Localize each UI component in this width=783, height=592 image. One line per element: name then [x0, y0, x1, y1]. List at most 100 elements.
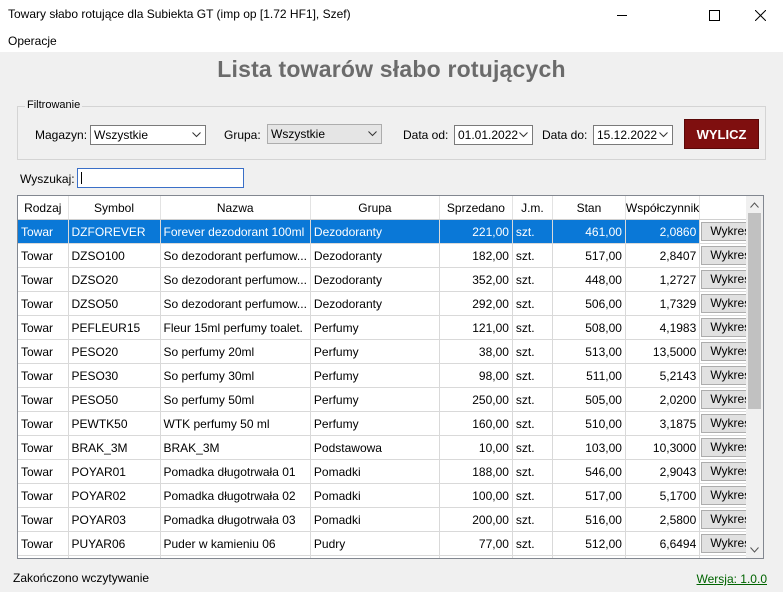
- table-row[interactable]: Towar DZSO20 So dezodorant perfumow... Dezo…: [18, 267, 762, 292]
- minimize-icon[interactable]: [599, 0, 645, 30]
- filter-group-label: Filtrowanie: [25, 99, 83, 111]
- cell-nazwa: So dezodorant perfumow...: [160, 243, 311, 268]
- cell-wsp: 5,2143: [625, 363, 701, 388]
- cell-sprzedano: 170,00: [439, 555, 513, 558]
- cell-wsp: 4,1983: [625, 315, 701, 340]
- cell-stan: 512,00: [552, 531, 626, 556]
- data-do-picker[interactable]: 15.12.2022: [593, 125, 673, 145]
- cell-nazwa: Fleur 15ml perfumy toalet.: [160, 315, 311, 340]
- cell-sprzedano: 98,00: [439, 363, 513, 388]
- cell-wsp: 2,0860: [625, 219, 701, 244]
- table-row[interactable]: Towar PESO50 So perfumy 50ml Perfumy 250,00 s…: [18, 387, 762, 412]
- cell-jm: szt.: [512, 507, 553, 532]
- cell-wsp: 3,0588: [625, 555, 701, 558]
- table-row[interactable]: Towar DZSO50 So dezodorant perfumow... Dezo…: [18, 291, 762, 316]
- cell-rodzaj: Towar: [18, 267, 69, 292]
- magazyn-label: Magazyn:: [35, 128, 88, 142]
- cell-nazwa: So perfumy 30ml: [160, 363, 311, 388]
- cell-sprzedano: 200,00: [439, 507, 513, 532]
- cell-stan: 461,00: [552, 219, 626, 244]
- cell-wsp: 2,8407: [625, 243, 701, 268]
- window-title: Towary słabo rotujące dla Subiekta GT (i…: [8, 7, 351, 21]
- status-text: Zakończono wczytywanie: [13, 571, 150, 585]
- cell-nazwa: Forever dezodorant 100ml: [160, 219, 311, 244]
- cell-symbol: PEWTK50: [68, 411, 161, 436]
- magazyn-value: Wszystkie: [94, 128, 148, 142]
- version-link[interactable]: Wersja: 1.0.0: [697, 572, 767, 586]
- cell-nazwa: So perfumy 50ml: [160, 387, 311, 412]
- cell-rodzaj: Towar: [18, 219, 69, 244]
- grupa-select[interactable]: Wszystkie: [267, 124, 382, 144]
- magazyn-select[interactable]: Wszystkie: [90, 125, 206, 145]
- cell-symbol: PUYAR07: [68, 555, 161, 558]
- table-row[interactable]: Towar DZFOREVER Forever dezodorant 100ml De…: [18, 219, 762, 244]
- table-row[interactable]: Towar BRAK_3M BRAK_3M Podstawowa 10,00 szt. 10…: [18, 435, 762, 460]
- cell-jm: szt.: [512, 267, 553, 292]
- scroll-down-icon[interactable]: [746, 541, 763, 558]
- search-label: Wyszukaj:: [20, 172, 75, 186]
- cell-nazwa: Pomadka długotrwała 03: [160, 507, 311, 532]
- cell-grupa: Perfumy: [310, 363, 440, 388]
- table-row[interactable]: Towar DZSO100 So dezodorant perfumow... Dez…: [18, 243, 762, 268]
- column-header[interactable]: Sprzedano: [439, 196, 513, 220]
- scroll-up-icon[interactable]: [746, 196, 763, 213]
- results-grid[interactable]: Rodzaj Symbol Nazwa Grupa Sprzedano J.m.…: [17, 195, 764, 559]
- table-row[interactable]: Towar PESO20 So perfumy 20ml Perfumy 38,00 sz…: [18, 339, 762, 364]
- cell-stan: 516,00: [552, 507, 626, 532]
- cell-grupa: Dezodoranty: [310, 291, 440, 316]
- cell-wsp: 6,6494: [625, 531, 701, 556]
- results-table: Rodzaj Symbol Nazwa Grupa Sprzedano J.m.…: [18, 196, 762, 559]
- scroll-thumb[interactable]: [748, 213, 761, 409]
- vertical-scrollbar[interactable]: [746, 196, 763, 558]
- cell-stan: 103,00: [552, 435, 626, 460]
- search-input[interactable]: [77, 168, 244, 188]
- cell-stan: 546,00: [552, 459, 626, 484]
- table-row[interactable]: Towar PUYAR06 Puder w kamieniu 06 Pudry 77,0…: [18, 531, 762, 556]
- cell-wsp: 1,2727: [625, 267, 701, 292]
- cell-sprzedano: 77,00: [439, 531, 513, 556]
- table-row[interactable]: Towar PESO30 So perfumy 30ml Perfumy 98,00 sz…: [18, 363, 762, 388]
- cell-nazwa: BRAK_3M: [160, 435, 311, 460]
- cell-jm: szt.: [512, 243, 553, 268]
- column-header[interactable]: J.m.: [512, 196, 553, 220]
- column-header[interactable]: Nazwa: [160, 196, 311, 220]
- menu-operacje[interactable]: Operacje: [8, 34, 57, 48]
- title-bar: Towary słabo rotujące dla Subiekta GT (i…: [0, 0, 783, 30]
- cell-rodzaj: Towar: [18, 387, 69, 412]
- table-row[interactable]: Towar POYAR02 Pomadka długotrwała 02 Pomadk…: [18, 483, 762, 508]
- cell-rodzaj: Towar: [18, 531, 69, 556]
- close-icon[interactable]: [737, 0, 783, 30]
- cell-wsp: 2,5800: [625, 507, 701, 532]
- table-row[interactable]: Towar POYAR03 Pomadka długotrwała 03 Pomadk…: [18, 507, 762, 532]
- table-row[interactable]: Towar PEWTK50 WTK perfumy 50 ml Perfumy 160,…: [18, 411, 762, 436]
- cell-symbol: PEFLEUR15: [68, 315, 161, 340]
- column-header[interactable]: Współczynnik: [625, 196, 701, 220]
- cell-nazwa: WTK perfumy 50 ml: [160, 411, 311, 436]
- cell-stan: 520,00: [552, 555, 626, 558]
- wylicz-button[interactable]: WYLICZ: [684, 119, 759, 149]
- table-row[interactable]: Towar POYAR01 Pomadka długotrwała 01 Pomadk…: [18, 459, 762, 484]
- cell-grupa: Dezodoranty: [310, 243, 440, 268]
- cell-jm: szt.: [512, 435, 553, 460]
- wykres-button[interactable]: Wykres: [701, 558, 759, 559]
- cell-symbol: PESO50: [68, 387, 161, 412]
- cell-stan: 517,00: [552, 483, 626, 508]
- cell-jm: szt.: [512, 219, 553, 244]
- data-od-label: Data od:: [403, 128, 449, 142]
- data-od-picker[interactable]: 01.01.2022: [454, 125, 533, 145]
- cell-symbol: PESO30: [68, 363, 161, 388]
- cell-symbol: BRAK_3M: [68, 435, 161, 460]
- maximize-icon[interactable]: [691, 0, 737, 30]
- cell-stan: 508,00: [552, 315, 626, 340]
- table-row[interactable]: TowarPUYAR07Puder w kamieniu 07Pudry170,…: [18, 555, 762, 559]
- table-row[interactable]: Towar PEFLEUR15 Fleur 15ml perfumy toalet.…: [18, 315, 762, 340]
- column-header[interactable]: Grupa: [310, 196, 440, 220]
- cell-jm: szt.: [512, 483, 553, 508]
- cell-grupa: Perfumy: [310, 315, 440, 340]
- column-header[interactable]: Rodzaj: [18, 196, 69, 220]
- cell-symbol: DZFOREVER: [68, 219, 161, 244]
- cell-wsp: 13,5000: [625, 339, 701, 364]
- cell-grupa: Pomadki: [310, 483, 440, 508]
- column-header[interactable]: Symbol: [68, 196, 161, 220]
- column-header[interactable]: Stan: [552, 196, 626, 220]
